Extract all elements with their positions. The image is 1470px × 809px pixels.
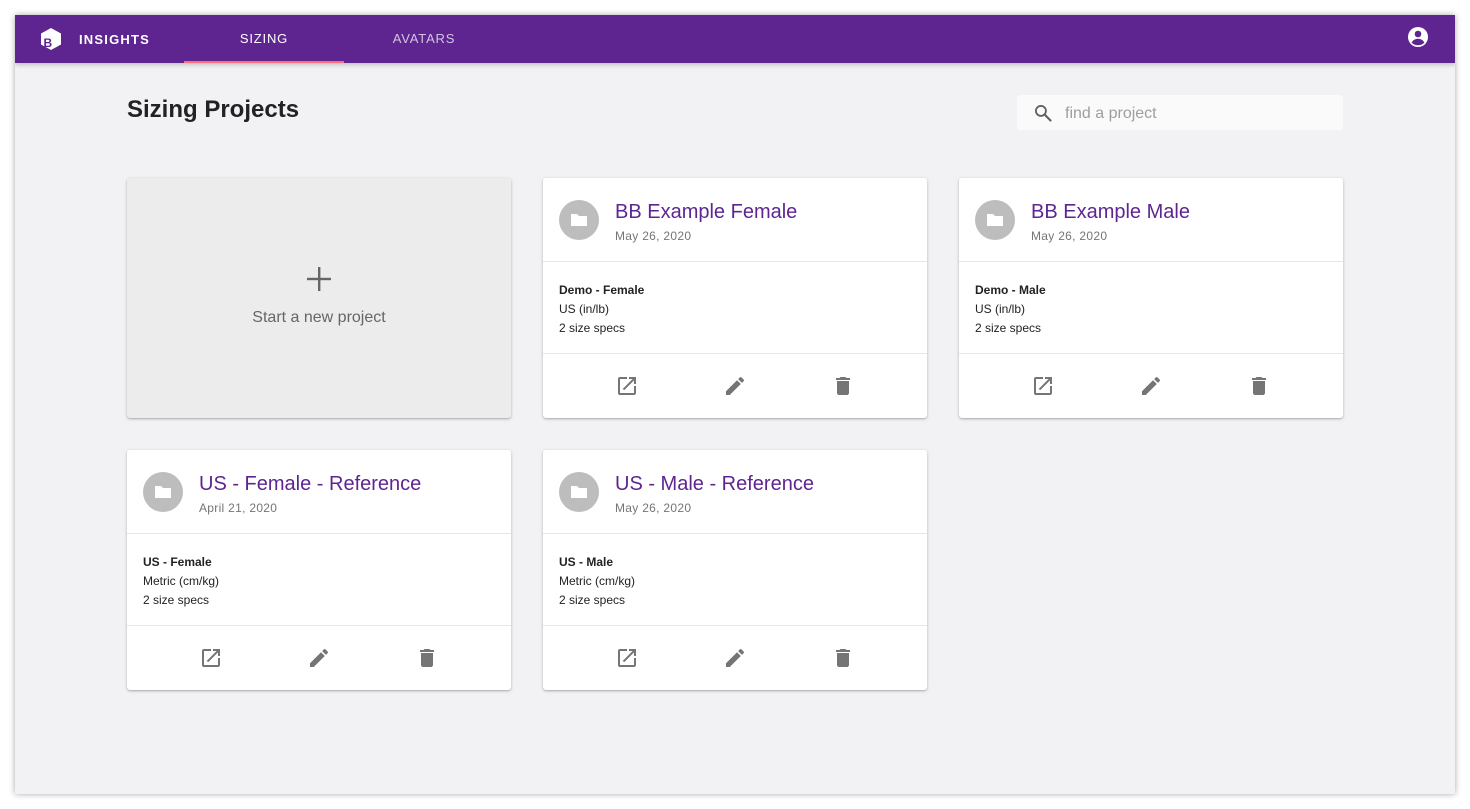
open-in-new-icon[interactable] xyxy=(199,646,223,670)
units: Metric (cm/kg) xyxy=(559,574,635,588)
spec-name: US - Female xyxy=(143,555,212,569)
folder-avatar xyxy=(559,200,599,240)
folder-icon xyxy=(987,214,1003,226)
card-header: US - Male - Reference May 26, 2020 xyxy=(543,450,927,533)
divider xyxy=(543,261,927,262)
divider xyxy=(543,625,927,626)
trash-icon[interactable] xyxy=(831,374,855,398)
folder-icon xyxy=(571,486,587,498)
search-box[interactable] xyxy=(1017,95,1343,132)
spec-name: Demo - Male xyxy=(975,283,1046,297)
svg-text:B: B xyxy=(44,36,53,50)
pencil-icon[interactable] xyxy=(1139,374,1163,398)
tab-avatars[interactable]: AVATARS xyxy=(344,15,504,63)
folder-avatar xyxy=(143,472,183,512)
folder-avatar xyxy=(559,472,599,512)
account-icon[interactable] xyxy=(1406,25,1430,49)
divider xyxy=(959,261,1343,262)
spec-count: 2 size specs xyxy=(559,321,626,335)
tab-sizing[interactable]: SIZING xyxy=(184,15,344,63)
card-header: US - Female - Reference April 21, 2020 xyxy=(127,450,511,533)
pencil-icon[interactable] xyxy=(723,646,747,670)
project-title[interactable]: US - Male - Reference xyxy=(615,473,814,496)
trash-icon[interactable] xyxy=(415,646,439,670)
app-window: B INSIGHTS SIZING AVATARS Sizing Project… xyxy=(15,15,1455,794)
new-project-card[interactable]: Start a new project xyxy=(127,178,511,418)
folder-avatar xyxy=(975,200,1015,240)
plus-icon xyxy=(307,267,331,291)
brand-name[interactable]: INSIGHTS xyxy=(79,32,150,47)
open-in-new-icon[interactable] xyxy=(615,646,639,670)
page-title: Sizing Projects xyxy=(127,96,300,123)
project-date: May 26, 2020 xyxy=(1031,229,1108,243)
project-date: May 26, 2020 xyxy=(615,229,692,243)
spec-count: 2 size specs xyxy=(143,593,210,607)
folder-icon xyxy=(155,486,171,498)
trash-icon[interactable] xyxy=(831,646,855,670)
card-body: US - Male Metric (cm/kg) 2 size specs xyxy=(559,553,635,610)
units: US (in/lb) xyxy=(559,302,610,316)
new-project-label: Start a new project xyxy=(252,309,386,326)
divider xyxy=(127,625,511,626)
units: Metric (cm/kg) xyxy=(143,574,219,588)
project-title[interactable]: BB Example Female xyxy=(615,201,797,224)
divider xyxy=(127,533,511,534)
units: US (in/lb) xyxy=(975,302,1026,316)
project-title[interactable]: BB Example Male xyxy=(1031,201,1190,224)
divider xyxy=(543,533,927,534)
divider xyxy=(543,353,927,354)
spec-count: 2 size specs xyxy=(975,321,1042,335)
project-title[interactable]: US - Female - Reference xyxy=(199,473,421,496)
spec-name: US - Male xyxy=(559,555,614,569)
project-card: US - Female - Reference April 21, 2020 U… xyxy=(127,450,511,690)
project-card: US - Male - Reference May 26, 2020 US - … xyxy=(543,450,927,690)
card-header: BB Example Male May 26, 2020 xyxy=(959,178,1343,261)
open-in-new-icon[interactable] xyxy=(615,374,639,398)
project-card: BB Example Male May 26, 2020 Demo - Male… xyxy=(959,178,1343,418)
folder-icon xyxy=(571,214,587,226)
card-body: US - Female Metric (cm/kg) 2 size specs xyxy=(143,553,219,610)
card-header: BB Example Female May 26, 2020 xyxy=(543,178,927,261)
search-input[interactable] xyxy=(1063,95,1337,132)
logo-icon[interactable]: B xyxy=(39,27,63,51)
open-in-new-icon[interactable] xyxy=(1031,374,1055,398)
project-date: May 26, 2020 xyxy=(615,501,692,515)
project-date: April 21, 2020 xyxy=(199,501,278,515)
pencil-icon[interactable] xyxy=(723,374,747,398)
project-card: BB Example Female May 26, 2020 Demo - Fe… xyxy=(543,178,927,418)
search-icon xyxy=(1035,105,1052,122)
trash-icon[interactable] xyxy=(1247,374,1271,398)
spec-count: 2 size specs xyxy=(559,593,626,607)
card-body: Demo - Male US (in/lb) 2 size specs xyxy=(975,281,1046,338)
pencil-icon[interactable] xyxy=(307,646,331,670)
active-tab-indicator xyxy=(184,61,344,63)
spec-name: Demo - Female xyxy=(559,283,645,297)
divider xyxy=(959,353,1343,354)
card-body: Demo - Female US (in/lb) 2 size specs xyxy=(559,281,644,338)
app-bar: B INSIGHTS SIZING AVATARS xyxy=(15,15,1455,63)
